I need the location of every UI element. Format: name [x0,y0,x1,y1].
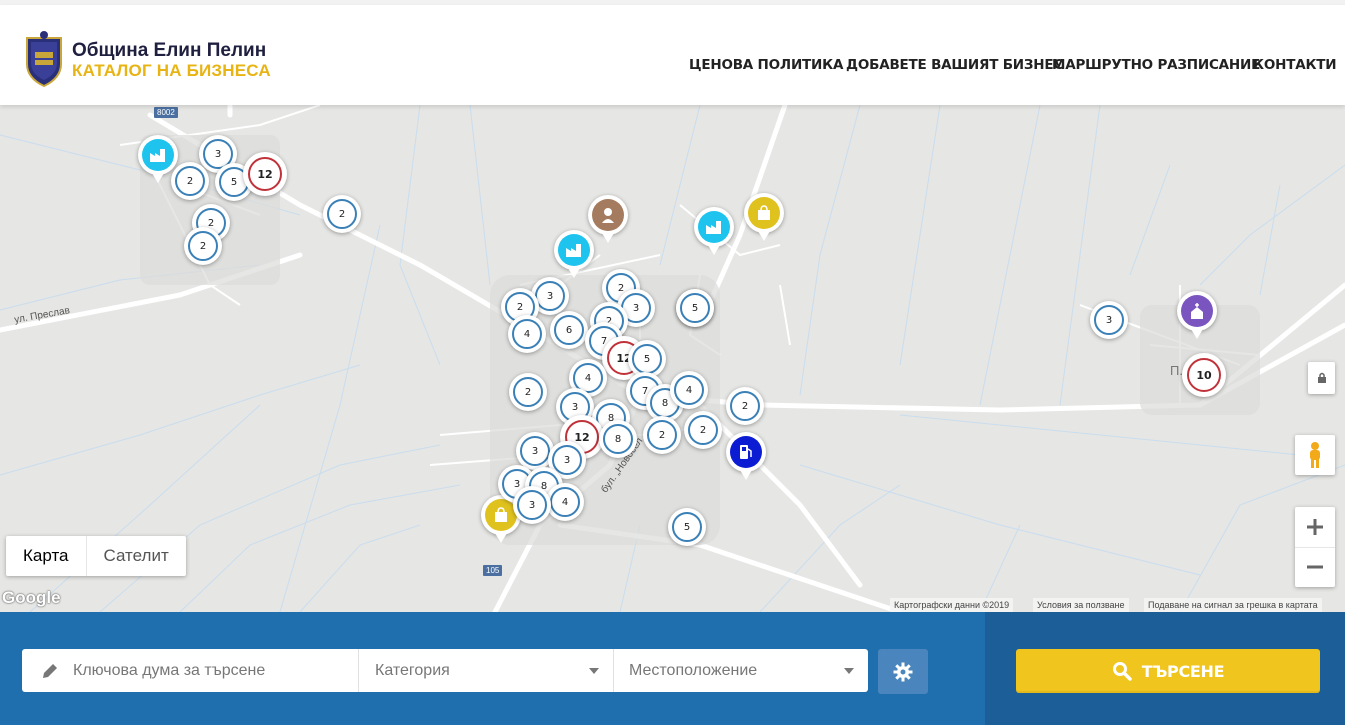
road-shield-105: 105 [483,565,503,576]
cluster-marker[interactable]: 4 [670,371,708,409]
nav-route-schedule[interactable]: МАРШРУТНО РАЗПИСАНИЕ [1052,57,1260,73]
cluster-marker[interactable]: 2 [184,227,222,265]
location-placeholder: Местоположение [629,661,758,679]
map-type-satellite[interactable]: Сателит [87,536,186,576]
nav-pricing[interactable]: ЦЕНОВА ПОЛИТИКА [689,57,843,73]
cluster-marker[interactable]: 2 [684,411,722,449]
map-type-control: Карта Сателит [6,536,186,576]
terms-of-use-link[interactable]: Условия за ползване [1033,598,1129,612]
zoom-control [1295,507,1335,587]
pin-worker[interactable] [588,195,628,243]
pegman-icon [1310,442,1320,468]
factory-icon [150,149,165,162]
cluster-marker[interactable]: 5 [676,289,714,327]
cluster-marker-large[interactable]: 10 [1182,353,1226,397]
cluster-marker[interactable]: 5 [668,508,706,546]
cluster-marker-large[interactable]: 12 [243,152,287,196]
pin-fuel[interactable] [726,432,766,480]
pencil-icon [43,663,57,678]
chevron-down-icon [844,668,854,674]
pin-factory[interactable] [554,230,594,278]
cluster-marker[interactable]: 4 [508,315,546,353]
category-placeholder: Категория [375,661,450,679]
worker-icon [602,208,614,223]
nav-contacts[interactable]: КОНТАКТИ [1253,57,1337,73]
factory-icon [566,244,581,257]
minus-icon [1307,565,1323,569]
cluster-marker[interactable]: 3 [1090,301,1128,339]
search-button[interactable]: ТЪРСЕНЕ [1016,649,1320,693]
municipality-crest-icon[interactable] [21,30,67,88]
report-error-link[interactable]: Подаване на сигнал за грешка в картата [1144,598,1322,612]
field-divider [613,649,614,692]
cluster-marker[interactable]: 3 [513,486,551,524]
keyword-placeholder: Ключова дума за търсене [73,661,266,679]
brand-name[interactable]: Община Елин Пелин [72,40,266,62]
factory-icon [706,221,721,234]
cluster-marker[interactable]: 8 [599,420,637,458]
pin-factory[interactable] [694,207,734,255]
zoom-out-button[interactable] [1295,548,1335,588]
cluster-marker[interactable]: 2 [726,387,764,425]
google-logo[interactable]: Google [2,588,61,608]
field-divider [358,649,359,692]
search-button-label: ТЪРСЕНЕ [1141,661,1225,681]
church-icon [1191,303,1203,319]
keyword-field[interactable]: Ключова дума за търсене [40,649,358,692]
pin-church[interactable] [1177,291,1217,339]
brand-subtitle[interactable]: КАТАЛОГ НА БИЗНЕСА [72,61,271,81]
street-view-pegman[interactable] [1295,435,1335,475]
category-select[interactable]: Категория [375,649,605,692]
map-canvas[interactable]: ул. Преслав бул. „Новосел 105 8002 П... … [0,105,1345,612]
chevron-down-icon [589,668,599,674]
cluster-marker[interactable]: 2 [643,416,681,454]
map-data-attribution: Картографски данни ©2019 [890,598,1014,612]
nav-add-business[interactable]: ДОБАВЕТЕ ВАШИЯТ БИЗНЕС [846,57,1063,73]
cluster-marker[interactable]: 2 [509,373,547,411]
cluster-marker[interactable]: 4 [546,483,584,521]
road-shield-8002: 8002 [154,107,178,118]
cluster-marker[interactable]: 6 [550,311,588,349]
shopping-bag-icon [758,205,770,220]
zoom-in-button[interactable] [1295,507,1335,548]
map-type-map[interactable]: Карта [6,536,87,576]
location-select[interactable]: Местоположение [629,649,849,692]
site-header: Община Елин Пелин КАТАЛОГ НА БИЗНЕСА ЦЕН… [0,5,1345,105]
map-lock-button[interactable] [1308,362,1335,394]
cluster-marker[interactable]: 2 [323,195,361,233]
search-icon [1112,662,1132,681]
gear-icon [893,662,913,681]
search-form: Ключова дума за търсене Категория Местоп… [22,649,868,692]
pin-factory[interactable] [138,135,178,183]
shopping-bag-icon [495,507,507,522]
fuel-icon [740,445,752,459]
advanced-settings-button[interactable] [878,649,928,694]
lock-icon [1317,372,1326,383]
pin-shop[interactable] [744,193,784,241]
cluster-marker[interactable]: 2 [171,162,209,200]
plus-icon [1307,518,1323,535]
